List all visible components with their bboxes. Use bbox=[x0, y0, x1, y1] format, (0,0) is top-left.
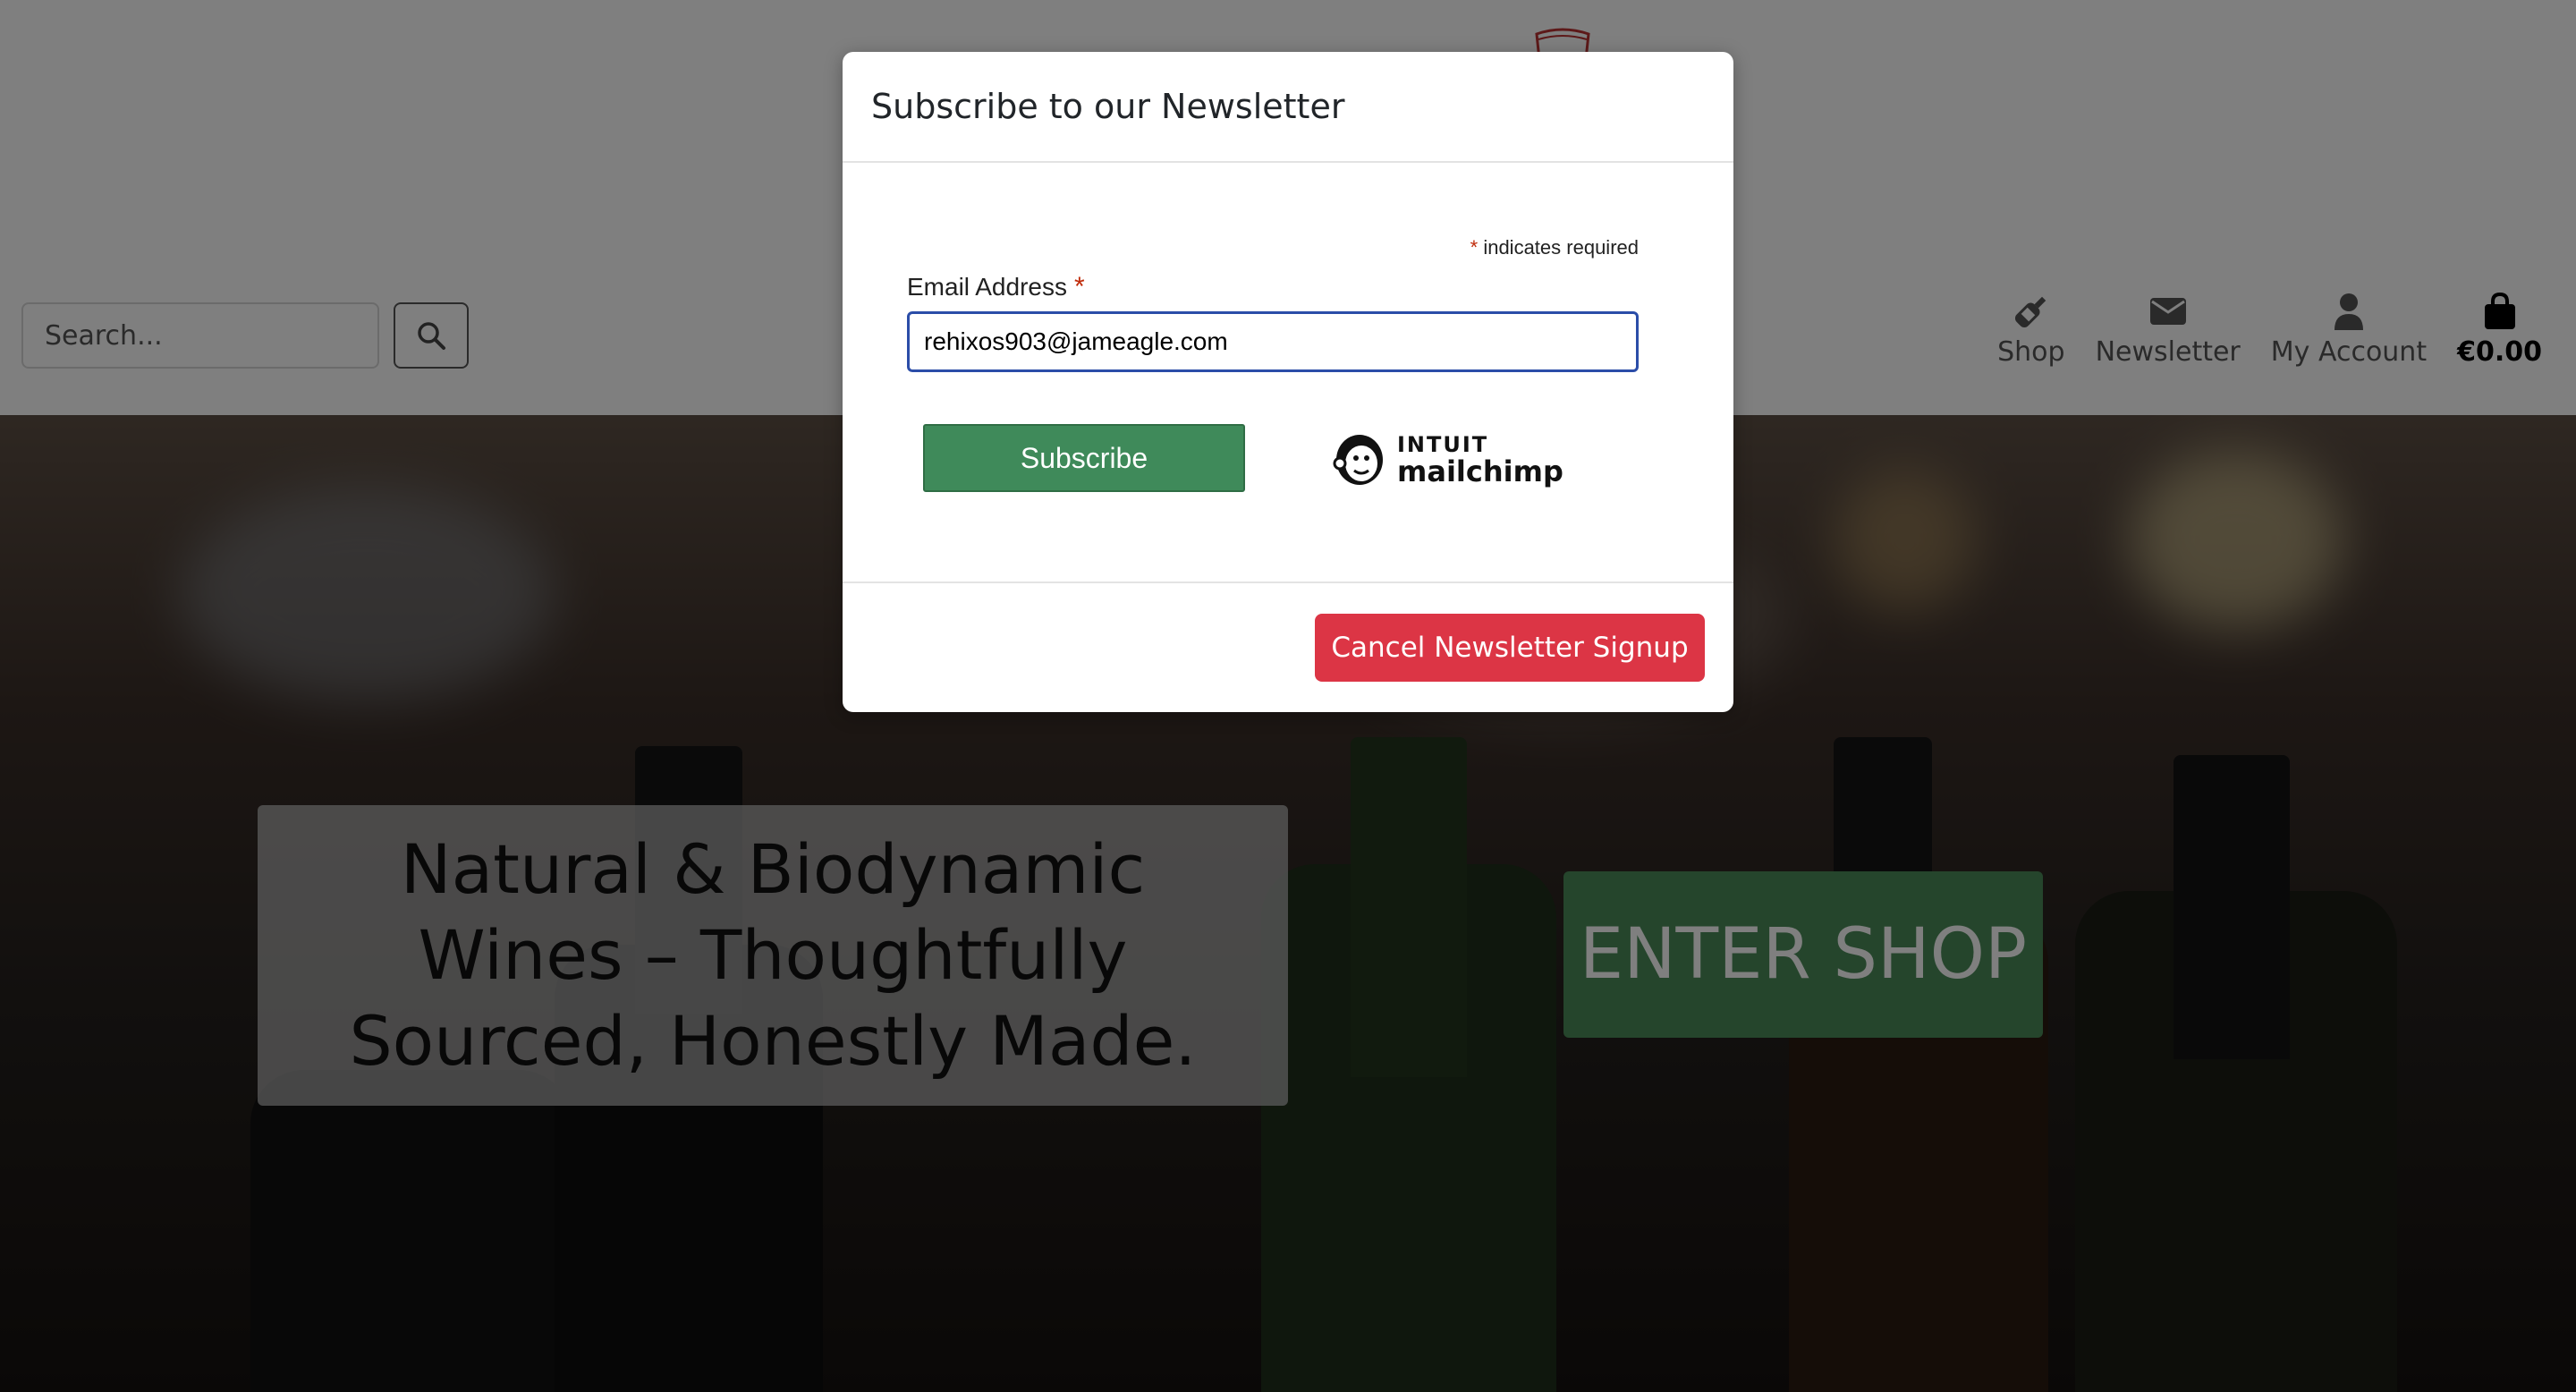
mailchimp-logo[interactable]: INTUIT mailchimp bbox=[1331, 422, 1563, 494]
mailchimp-freddie-icon bbox=[1333, 435, 1383, 485]
required-note: * indicates required bbox=[1470, 236, 1639, 259]
modal-header: Subscribe to our Newsletter bbox=[843, 52, 1733, 163]
mailchimp-name: mailchimp bbox=[1397, 454, 1563, 488]
subscribe-button[interactable]: Subscribe bbox=[923, 424, 1245, 492]
email-label-text: Email Address bbox=[907, 273, 1067, 301]
email-field[interactable] bbox=[907, 311, 1639, 372]
modal-title: Subscribe to our Newsletter bbox=[871, 87, 1345, 126]
cancel-newsletter-button[interactable]: Cancel Newsletter Signup bbox=[1315, 614, 1705, 682]
mailchimp-wordmark: INTUIT mailchimp bbox=[1397, 431, 1563, 488]
required-note-text: indicates required bbox=[1483, 236, 1639, 259]
modal-body: * indicates required Email Address* Subs… bbox=[843, 163, 1733, 583]
newsletter-modal: Subscribe to our Newsletter * indicates … bbox=[843, 52, 1733, 712]
page: Shop Newsletter My Accou bbox=[0, 0, 2576, 1392]
email-label: Email Address * bbox=[907, 272, 1085, 302]
required-asterisk: * bbox=[1470, 236, 1479, 259]
modal-footer: Cancel Newsletter Signup bbox=[843, 583, 1733, 712]
required-asterisk: * bbox=[1073, 272, 1085, 301]
